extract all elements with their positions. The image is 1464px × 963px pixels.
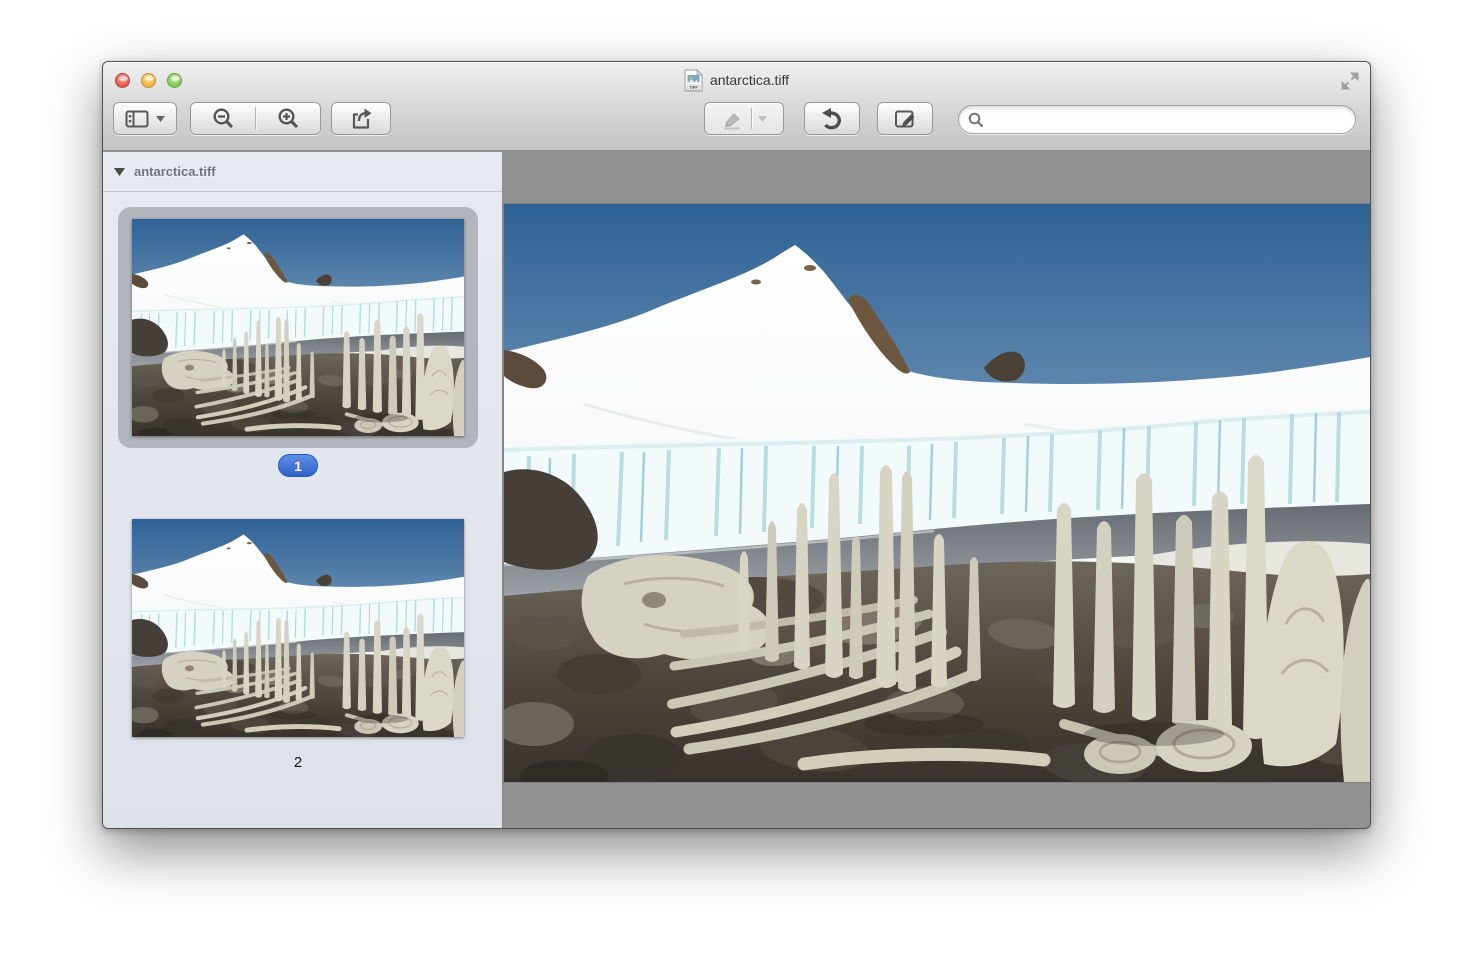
zoom-segment [190,102,321,135]
thumbnail-page-2[interactable] [132,519,464,737]
svg-text:TIFF: TIFF [689,85,698,90]
zoom-in-button[interactable] [256,107,320,130]
zoom-out-icon [212,107,235,130]
rotate-left-button[interactable] [804,102,860,135]
sidebar-document-title: antarctica.tiff [134,164,216,179]
preview-window: TIFF antarctica.tiff [102,61,1371,829]
share-button[interactable] [331,102,391,135]
markup-pencil-icon [893,107,917,131]
search-field[interactable] [958,105,1356,134]
fullscreen-icon[interactable] [1340,71,1360,91]
main-image [504,204,1370,782]
chevron-down-icon [758,116,767,122]
view-menu-button[interactable] [113,102,177,135]
highlight-button [704,102,784,135]
thumbnail-page-1[interactable] [132,219,464,436]
main-canvas [503,152,1370,828]
highlighter-icon [721,108,745,130]
sidebar-header: antarctica.tiff [103,152,502,192]
search-icon [968,112,984,128]
share-icon [349,107,373,130]
markup-toolbar-button[interactable] [877,102,933,135]
rotate-left-icon [820,107,844,131]
page-badge: 1 [278,454,318,477]
sidebar-panel-icon [125,110,149,128]
zoom-in-icon [277,107,300,130]
page-number-label: 2 [132,754,464,771]
window-title: antarctica.tiff [710,72,789,88]
chevron-down-icon [156,116,165,122]
zoom-out-button[interactable] [191,107,255,130]
titlebar: TIFF antarctica.tiff [103,62,1370,151]
sidebar: antarctica.tiff 1 2 [103,152,503,828]
tiff-file-icon: TIFF [684,69,703,92]
search-input[interactable] [990,106,1355,133]
disclosure-triangle-icon[interactable] [114,168,125,176]
